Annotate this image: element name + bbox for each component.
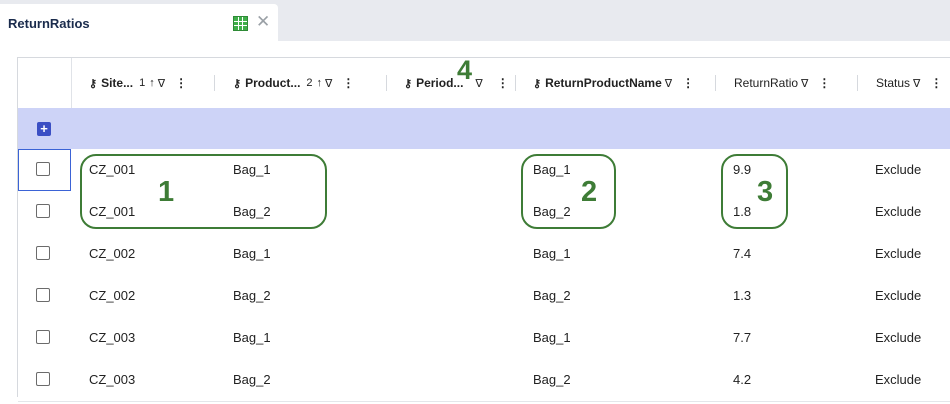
row-checkbox[interactable] — [36, 204, 50, 218]
cell-return-product-name[interactable]: Bag_2 — [533, 359, 571, 401]
cell-return-ratio[interactable]: 9.9 — [733, 149, 751, 191]
sort-asc-icon[interactable]: ↑ — [149, 77, 155, 89]
tab-returnratios[interactable]: ReturnRatios ✕ — [0, 4, 278, 41]
filter-icon[interactable]: ∇ — [158, 77, 165, 90]
cell-return-ratio[interactable]: 1.8 — [733, 191, 751, 233]
cell-status[interactable]: Exclude — [875, 233, 921, 275]
annotation-number-3: 3 — [757, 176, 774, 208]
cell-site[interactable]: CZ_003 — [89, 317, 135, 359]
column-separator[interactable] — [715, 75, 716, 91]
sort-asc-icon[interactable]: ↑ — [317, 77, 323, 89]
table-row[interactable]: CZ_003 Bag_1 Bag_1 7.7 Exclude — [18, 317, 950, 360]
cell-product[interactable]: Bag_2 — [233, 359, 271, 401]
column-header-return-product-name[interactable]: ⚷ ReturnProductName ∇ ⋮ — [533, 58, 694, 108]
filter-icon[interactable]: ∇ — [475, 77, 482, 90]
column-separator[interactable] — [857, 75, 858, 91]
more-vertical-icon[interactable]: ⋮ — [342, 76, 354, 90]
column-name: Status — [876, 76, 911, 90]
column-separator[interactable] — [386, 75, 387, 91]
row-checkbox[interactable] — [36, 330, 50, 344]
cell-product[interactable]: Bag_1 — [233, 149, 271, 191]
cell-status[interactable]: Exclude — [875, 149, 921, 191]
filter-icon[interactable]: ∇ — [665, 77, 672, 90]
filter-icon[interactable]: ∇ — [325, 77, 332, 90]
cell-status[interactable]: Exclude — [875, 317, 921, 359]
cell-site[interactable]: CZ_002 — [89, 275, 135, 317]
cell-site[interactable]: CZ_002 — [89, 233, 135, 275]
column-name: Product... — [245, 76, 301, 90]
table-row[interactable]: CZ_003 Bag_2 Bag_2 4.2 Exclude — [18, 359, 950, 402]
cell-return-product-name[interactable]: Bag_1 — [533, 233, 571, 275]
more-vertical-icon[interactable]: ⋮ — [818, 76, 830, 90]
cell-site[interactable]: CZ_001 — [89, 149, 135, 191]
cell-return-ratio[interactable]: 7.4 — [733, 233, 751, 275]
column-separator[interactable] — [214, 75, 215, 91]
header-select-column — [18, 58, 72, 108]
cell-return-product-name[interactable]: Bag_1 — [533, 317, 571, 359]
annotation-number-4: 4 — [457, 55, 473, 85]
row-checkbox[interactable] — [36, 288, 50, 302]
filter-icon[interactable]: ∇ — [801, 77, 808, 90]
more-vertical-icon[interactable]: ⋮ — [930, 76, 942, 90]
column-separator[interactable] — [515, 75, 516, 91]
cell-product[interactable]: Bag_1 — [233, 233, 271, 275]
key-icon: ⚷ — [404, 77, 413, 90]
column-header-return-ratio[interactable]: ReturnRatio ∇ ⋮ — [734, 58, 830, 108]
annotation-number-2: 2 — [581, 176, 598, 208]
close-icon[interactable]: ✕ — [256, 13, 270, 30]
key-icon: ⚷ — [533, 77, 542, 90]
cell-site[interactable]: CZ_001 — [89, 191, 135, 233]
table-row[interactable]: CZ_002 Bag_2 Bag_2 1.3 Exclude — [18, 275, 950, 318]
column-header-status[interactable]: Status ∇ ⋮ — [876, 58, 942, 108]
cell-return-ratio[interactable]: 4.2 — [733, 359, 751, 401]
key-icon: ⚷ — [233, 77, 242, 90]
grid-icon — [233, 16, 248, 31]
cell-status[interactable]: Exclude — [875, 275, 921, 317]
tab-title: ReturnRatios — [8, 16, 90, 31]
add-row-button[interactable]: + — [37, 122, 51, 136]
content-area: ⚷ Site... 1 ↑ ∇ ⋮ ⚷ Product... 2 ↑ ∇ ⋮ ⚷… — [0, 41, 950, 404]
cell-status[interactable]: Exclude — [875, 191, 921, 233]
column-header-site[interactable]: ⚷ Site... 1 ↑ ∇ ⋮ — [89, 58, 187, 108]
sort-order-badge: 1 — [139, 77, 146, 89]
cell-site[interactable]: CZ_003 — [89, 359, 135, 401]
cell-product[interactable]: Bag_2 — [233, 191, 271, 233]
key-icon: ⚷ — [89, 77, 98, 90]
column-name: Site... — [101, 76, 134, 90]
add-row-bar: + — [18, 108, 950, 149]
cell-return-product-name[interactable]: Bag_1 — [533, 149, 571, 191]
row-checkbox[interactable] — [36, 246, 50, 260]
row-checkbox[interactable] — [36, 162, 50, 176]
column-name: ReturnProductName — [545, 76, 662, 90]
cell-return-product-name[interactable]: Bag_2 — [533, 275, 571, 317]
cell-product[interactable]: Bag_1 — [233, 317, 271, 359]
sort-order-badge: 2 — [306, 77, 313, 89]
column-name: ReturnRatio — [734, 76, 799, 90]
column-header-product[interactable]: ⚷ Product... 2 ↑ ∇ ⋮ — [233, 58, 354, 108]
grid-header: ⚷ Site... 1 ↑ ∇ ⋮ ⚷ Product... 2 ↑ ∇ ⋮ ⚷… — [18, 58, 950, 109]
data-grid: ⚷ Site... 1 ↑ ∇ ⋮ ⚷ Product... 2 ↑ ∇ ⋮ ⚷… — [17, 57, 950, 402]
cell-return-ratio[interactable]: 7.7 — [733, 317, 751, 359]
filter-icon[interactable]: ∇ — [913, 77, 920, 90]
cell-return-product-name[interactable]: Bag_2 — [533, 191, 571, 233]
cell-return-ratio[interactable]: 1.3 — [733, 275, 751, 317]
more-vertical-icon[interactable]: ⋮ — [682, 76, 694, 90]
row-checkbox[interactable] — [36, 372, 50, 386]
annotation-number-1: 1 — [158, 176, 175, 208]
table-row[interactable]: CZ_002 Bag_1 Bag_1 7.4 Exclude — [18, 233, 950, 276]
more-vertical-icon[interactable]: ⋮ — [497, 76, 509, 90]
cell-product[interactable]: Bag_2 — [233, 275, 271, 317]
tab-bar: ReturnRatios ✕ — [0, 0, 950, 41]
more-vertical-icon[interactable]: ⋮ — [175, 76, 187, 90]
cell-status[interactable]: Exclude — [875, 359, 921, 401]
